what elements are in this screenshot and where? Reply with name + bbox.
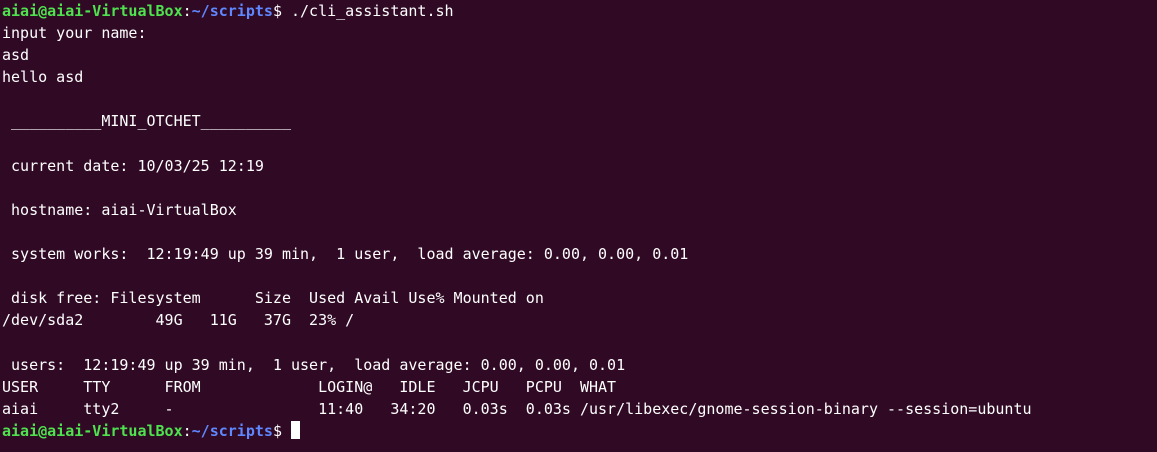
- users-table-row: aiai tty2 - 11:40 34:20 0.03s 0.03s /usr…: [2, 399, 1032, 418]
- disk-free-header-line: disk free: Filesystem Size Used Avail Us…: [2, 289, 544, 308]
- users-table-header: USER TTY FROM LOGIN@ IDLE JCPU PCPU WHAT: [2, 377, 617, 396]
- prompt-dollar: $: [272, 421, 291, 440]
- prompt-colon: :: [182, 421, 192, 440]
- terminal-window[interactable]: aiai@aiai-VirtualBox:~/scripts$ ./cli_as…: [0, 0, 1157, 452]
- hostname-line: hostname: aiai-VirtualBox: [2, 200, 237, 219]
- prompt-path: ~/scripts: [191, 421, 273, 440]
- command-text: ./cli_assistant.sh: [291, 2, 454, 20]
- current-date-line: current date: 10/03/25 12:19: [2, 156, 264, 175]
- users-line: users: 12:19:49 up 39 min, 1 user, load …: [2, 355, 626, 374]
- report-title: __________MINI_OTCHET__________: [2, 112, 291, 131]
- output-line: input your name:: [2, 24, 147, 43]
- command-line: aiai@aiai-VirtualBox:~/scripts$ ./cli_as…: [2, 0, 1157, 22]
- text-cursor[interactable]: [291, 420, 300, 439]
- prompt-line[interactable]: aiai@aiai-VirtualBox:~/scripts$: [2, 420, 1157, 442]
- disk-free-row-line: /dev/sda2 49G 11G 37G 23% /: [2, 311, 355, 330]
- output-line: hello asd: [2, 68, 84, 87]
- prompt-dollar: $: [272, 2, 291, 20]
- prompt-path: ~/scripts: [191, 2, 273, 20]
- output-line: asd: [2, 46, 30, 65]
- prompt-user-host: aiai@aiai-VirtualBox: [2, 421, 183, 440]
- prompt-colon: :: [182, 2, 192, 20]
- prompt-user-host: aiai@aiai-VirtualBox: [2, 2, 183, 20]
- system-works-line: system works: 12:19:49 up 39 min, 1 user…: [2, 245, 689, 264]
